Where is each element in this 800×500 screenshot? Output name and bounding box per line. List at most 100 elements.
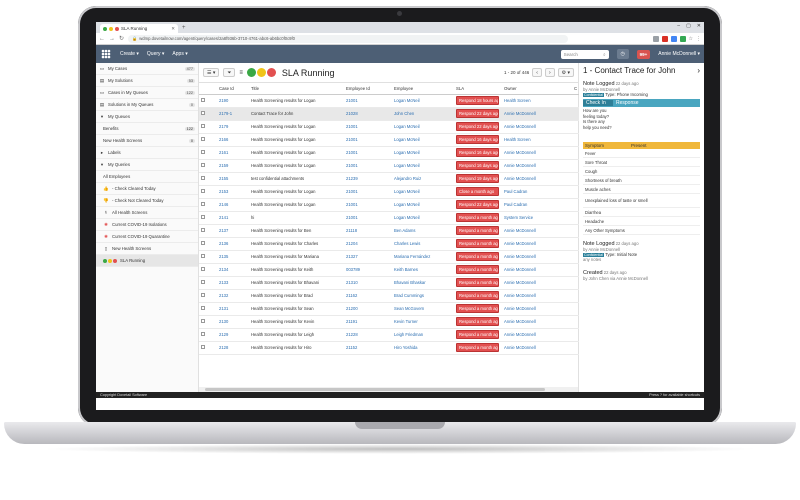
employee-id-cell[interactable]: 21239 [344,172,392,186]
employee-id-cell[interactable]: 21152 [344,341,392,355]
case-id-cell[interactable]: 2155 [217,172,249,186]
checkbox-icon[interactable] [201,150,205,154]
table-row[interactable]: 2179 Health Screening results for Logan 21… [199,120,579,134]
employee-cell[interactable]: Hiro Yoshida [392,341,454,355]
checkbox-icon[interactable] [201,163,205,167]
checkbox-icon[interactable] [201,345,205,349]
owner-cell[interactable]: Paul Cadran [502,185,572,199]
case-id-cell[interactable]: 2135 [217,250,249,264]
employee-id-cell[interactable]: 21028 [344,107,392,121]
case-id-cell[interactable]: 2159 [217,159,249,173]
checkbox-icon[interactable] [201,189,205,193]
menu-create[interactable]: Create ▾ [120,51,139,57]
sidebar-item-new-health-screens-queue[interactable]: New Health Screens 0 [96,135,198,147]
menu-dots-icon[interactable]: ⋮ [696,36,701,42]
checkbox-icon[interactable] [201,267,205,271]
extension-icon[interactable] [670,35,677,42]
case-id-cell[interactable]: 2179 [217,120,249,134]
dovetail-logo-icon[interactable] [100,48,112,60]
created-by[interactable]: by John Chen via Annie McDonnell [583,276,700,281]
table-row[interactable]: 2135 Health Screening results for Mariana… [199,250,579,264]
checkbox-icon[interactable] [201,202,205,206]
sidebar-item-cases-in-queues[interactable]: ▭ Cases in My Queues 122 [96,87,198,99]
employee-id-cell[interactable]: 21191 [344,315,392,329]
employee-cell[interactable]: Logan McNeil [392,120,454,134]
close-window-icon[interactable]: ✕ [697,23,701,29]
employee-cell[interactable]: Kevin Turner [392,315,454,329]
employee-cell[interactable]: Logan McNeil [392,185,454,199]
menu-apps[interactable]: Apps ▾ [172,51,187,57]
employee-cell[interactable]: Bhavani Bhaskar [392,276,454,290]
employee-id-cell[interactable]: 21001 [344,120,392,134]
sidebar-section-labels[interactable]: ▸ Labels [96,147,198,159]
employee-id-cell[interactable]: 21200 [344,302,392,316]
reload-icon[interactable]: ↻ [119,35,124,42]
table-row[interactable]: 2146 Health Screening results for Logan 21… [199,198,579,212]
employee-cell[interactable]: Leigh Friedman [392,328,454,342]
table-row[interactable]: 2153 Health Screening results for Logan 21… [199,185,579,199]
case-id-cell[interactable]: 2129 [217,328,249,342]
employee-cell[interactable]: Sean McGovern [392,302,454,316]
row-checkbox[interactable] [199,328,217,342]
employee-id-cell[interactable]: 21001 [344,133,392,147]
table-row[interactable]: 2161 Health Screening results for Logan 21… [199,146,579,160]
owner-cell[interactable]: Annie McDonnell [502,107,572,121]
table-row[interactable]: 2133 Health Screening results for Bhavani… [199,276,579,290]
checkbox-icon[interactable] [201,124,205,128]
scrollbar-thumb[interactable] [205,388,545,391]
case-id-cell[interactable]: 2146 [217,198,249,212]
table-row[interactable]: 2190 Health Screening results for Logan 21… [199,94,579,108]
close-tab-icon[interactable]: ✕ [171,26,175,32]
checkbox-icon[interactable] [201,137,205,141]
browser-tab[interactable]: SLA Running ✕ [100,24,178,33]
case-id-cell[interactable]: 2136 [217,237,249,251]
owner-cell[interactable]: Annie McDonnell [502,120,572,134]
owner-cell[interactable]: Annie McDonnell [502,159,572,173]
employee-id-cell[interactable]: 21228 [344,328,392,342]
row-checkbox[interactable] [199,120,217,134]
filter-icon[interactable]: ⏷ [223,68,236,77]
checkbox-icon[interactable] [201,111,205,115]
sidebar-query-covid-quarantine[interactable]: ✺ Current COVID-19 Quarantine [96,231,198,243]
employee-id-cell[interactable]: 21327 [344,250,392,264]
employee-cell[interactable]: Keith Barnes [392,263,454,277]
col-header-sla[interactable]: SLA [454,83,502,95]
col-header-case-id[interactable]: Case Id [217,83,249,95]
notifications-badge[interactable]: 99+ [636,49,651,59]
employee-cell[interactable]: Logan McNeil [392,211,454,225]
case-id-cell[interactable]: 2161 [217,146,249,160]
checkbox-icon[interactable] [201,306,205,310]
owner-cell[interactable]: Annie McDonnell [502,289,572,303]
checkbox-icon[interactable] [201,319,205,323]
checkbox-icon[interactable] [201,228,205,232]
col-header-employee-id[interactable]: Employee Id [344,83,392,95]
employee-id-cell[interactable]: 21001 [344,198,392,212]
owner-cell[interactable]: Annie McDonnell [502,237,572,251]
employee-id-cell[interactable]: 21001 [344,185,392,199]
employee-cell[interactable]: Alejandro Ruiz [392,172,454,186]
owner-cell[interactable]: Annie McDonnell [502,302,572,316]
prev-page-button[interactable]: ‹ [532,68,542,77]
employee-cell[interactable]: John Chen [392,107,454,121]
chevron-right-icon[interactable]: › [697,66,700,75]
checkbox-icon[interactable] [201,332,205,336]
row-checkbox[interactable] [199,172,217,186]
employee-cell[interactable]: Logan McNeil [392,133,454,147]
row-checkbox[interactable] [199,224,217,238]
col-header-employee[interactable]: Employee [392,83,454,95]
employee-cell[interactable]: Charles Lewis [392,237,454,251]
case-id-cell[interactable]: 2132 [217,289,249,303]
case-id-cell[interactable]: 2166 [217,133,249,147]
sidebar-query-check-cleared[interactable]: 👍 - Check Cleared Today [96,183,198,195]
row-checkbox[interactable] [199,302,217,316]
row-checkbox[interactable] [199,276,217,290]
owner-cell[interactable]: Annie McDonnell [502,172,572,186]
sidebar-item-benefits[interactable]: Benefits 122 [96,123,198,135]
owner-cell[interactable]: Annie McDonnell [502,328,572,342]
checkbox-icon[interactable] [201,241,205,245]
url-field[interactable]: 🔒 wdmp.dovetailnow.com/agent/query/cases… [128,34,569,43]
table-row[interactable]: 2137 Health Screening results for Ben 2111… [199,224,579,238]
user-menu[interactable]: Annie McDonnell ▾ [658,51,700,57]
sidebar-query-all-employees[interactable]: All Employees [96,171,198,183]
row-checkbox[interactable] [199,341,217,355]
